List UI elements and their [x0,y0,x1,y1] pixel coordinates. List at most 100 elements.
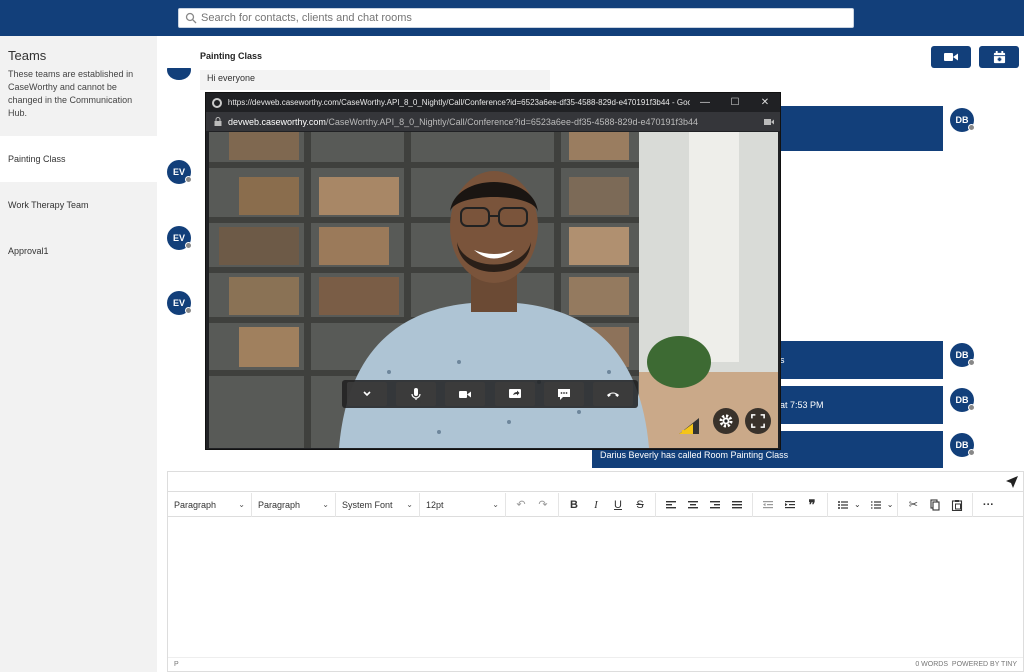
element-path[interactable]: P [174,661,179,668]
underline-icon[interactable]: U [607,495,629,515]
avatar: EV [167,291,192,315]
share-screen-icon [508,389,521,398]
schedule-button[interactable] [979,46,1019,68]
url-path: /CaseWorthy.API_8_0_Nightly/Call/Confere… [325,116,699,127]
align-group [656,492,753,517]
gear-icon [719,414,733,428]
message-editor[interactable]: Paragraph ⌄ Paragraph ⌄ System Font ⌄ 12pt ⌄… [167,471,1024,672]
more-group: ··· [973,493,1003,517]
align-justify-icon[interactable] [726,495,748,515]
editor-toolbar: Paragraph ⌄ Paragraph ⌄ System Font ⌄ 12pt ⌄… [168,492,1023,517]
video-call-window[interactable]: https://devweb.caseworthy.com/CaseWorthy… [205,92,781,450]
outdent-icon[interactable] [757,495,779,515]
avatar: DB [950,388,975,412]
search-input[interactable] [201,12,801,24]
message-bubble-incoming: Hi everyone [200,70,550,90]
avatar: DB [950,433,975,457]
font-size-select[interactable]: 12pt ⌄ [420,492,506,517]
bullet-list-icon[interactable] [832,495,854,515]
lock-icon [214,117,222,126]
sidebar-item-label: Work Therapy Team [8,200,89,210]
word-count: 0 WORDS [915,661,949,668]
sidebar-item-approval1[interactable]: Approval1 [0,228,157,274]
chevron-down-icon[interactable]: ⌄ [887,500,894,509]
numbered-list-icon[interactable] [865,495,887,515]
address-bar[interactable]: devweb.caseworthy.com/CaseWorthy.API_8_0… [206,112,780,131]
sidebar-item-painting-class[interactable]: Painting Class [0,136,157,182]
search-box[interactable] [178,8,854,28]
video-call-button[interactable] [931,46,971,68]
room-title: Painting Class [200,51,263,61]
list-group: ⌄ ⌄ [828,492,899,517]
url-host: devweb.caseworthy.com [228,116,326,127]
strikethrough-icon[interactable]: S [629,495,651,515]
window-title-bar[interactable]: https://devweb.caseworthy.com/CaseWorthy… [206,93,780,112]
chat-button[interactable] [543,382,584,406]
chevron-down-icon [363,391,371,397]
align-right-icon[interactable] [704,495,726,515]
redo-icon[interactable]: ↷ [532,495,554,515]
powered-by-link[interactable]: POWERED BY TINY [952,661,1017,668]
sidebar-item-work-therapy-team[interactable]: Work Therapy Team [0,182,157,228]
maximize-button[interactable]: ☐ [720,97,750,108]
avatar: DB [950,108,975,132]
sidebar-item-label: Approval1 [8,246,49,256]
sidebar-title: Teams [8,48,47,63]
font-family-select[interactable]: System Font ⌄ [336,492,420,517]
hang-up-button[interactable] [593,382,634,406]
settings-button[interactable] [713,408,739,434]
more-options-icon[interactable]: ··· [977,495,999,515]
fullscreen-button[interactable] [745,408,771,434]
call-controls [342,380,638,408]
avatar [167,68,191,80]
avatar: EV [167,160,192,184]
expand-menu-button[interactable] [346,382,387,406]
block-format-select[interactable]: Paragraph ⌄ [168,492,252,517]
send-icon[interactable] [1005,475,1019,489]
phone-hangup-icon [607,392,620,397]
window-title: https://devweb.caseworthy.com/CaseWorthy… [227,98,690,107]
subject-line[interactable] [168,472,1023,492]
clipboard-group: ✂ [898,492,974,517]
search-icon [185,12,197,24]
history-group: ↶ ↷ [506,492,559,517]
avatar: EV [167,226,192,250]
blockquote-icon[interactable]: ❞ [801,495,823,515]
sidebar-description: These teams are established in CaseWorth… [8,69,134,118]
avatar: DB [950,343,975,367]
paragraph-select[interactable]: Paragraph ⌄ [252,492,336,517]
minimize-button[interactable]: — [690,97,720,108]
bold-icon[interactable]: B [563,495,585,515]
chevron-down-icon: ⌄ [322,500,329,509]
chevron-down-icon: ⌄ [406,500,413,509]
top-bar [0,0,1024,36]
align-center-icon[interactable] [682,495,704,515]
editor-status-bar: P 0 WORDS POWERED BY TINY [168,657,1023,671]
chevron-down-icon: ⌄ [238,500,245,509]
video-camera-icon [944,53,958,61]
chevron-down-icon[interactable]: ⌄ [854,500,861,509]
signal-strength-icon [679,418,699,434]
camera-indicator-icon[interactable] [764,118,774,126]
copy-icon[interactable] [924,495,946,515]
paste-icon[interactable] [946,495,968,515]
chat-icon [557,389,570,400]
chevron-down-icon: ⌄ [492,500,499,509]
share-screen-button[interactable] [494,382,535,406]
undo-icon[interactable]: ↶ [510,495,532,515]
chrome-icon [212,97,222,108]
format-group: B I U S [559,492,656,517]
italic-icon[interactable]: I [585,495,607,515]
teams-sidebar: Teams These teams are established in Cas… [0,36,157,672]
fullscreen-icon [751,414,765,428]
indent-icon[interactable] [779,495,801,515]
close-button[interactable]: ✕ [750,97,780,108]
camera-toggle-button[interactable] [445,382,486,406]
calendar-icon [993,50,1005,63]
cut-icon[interactable]: ✂ [902,495,924,515]
mute-button[interactable] [395,382,436,406]
sidebar-item-label: Painting Class [8,154,66,164]
microphone-icon [411,388,421,400]
video-feed [209,132,778,448]
align-left-icon[interactable] [660,495,682,515]
